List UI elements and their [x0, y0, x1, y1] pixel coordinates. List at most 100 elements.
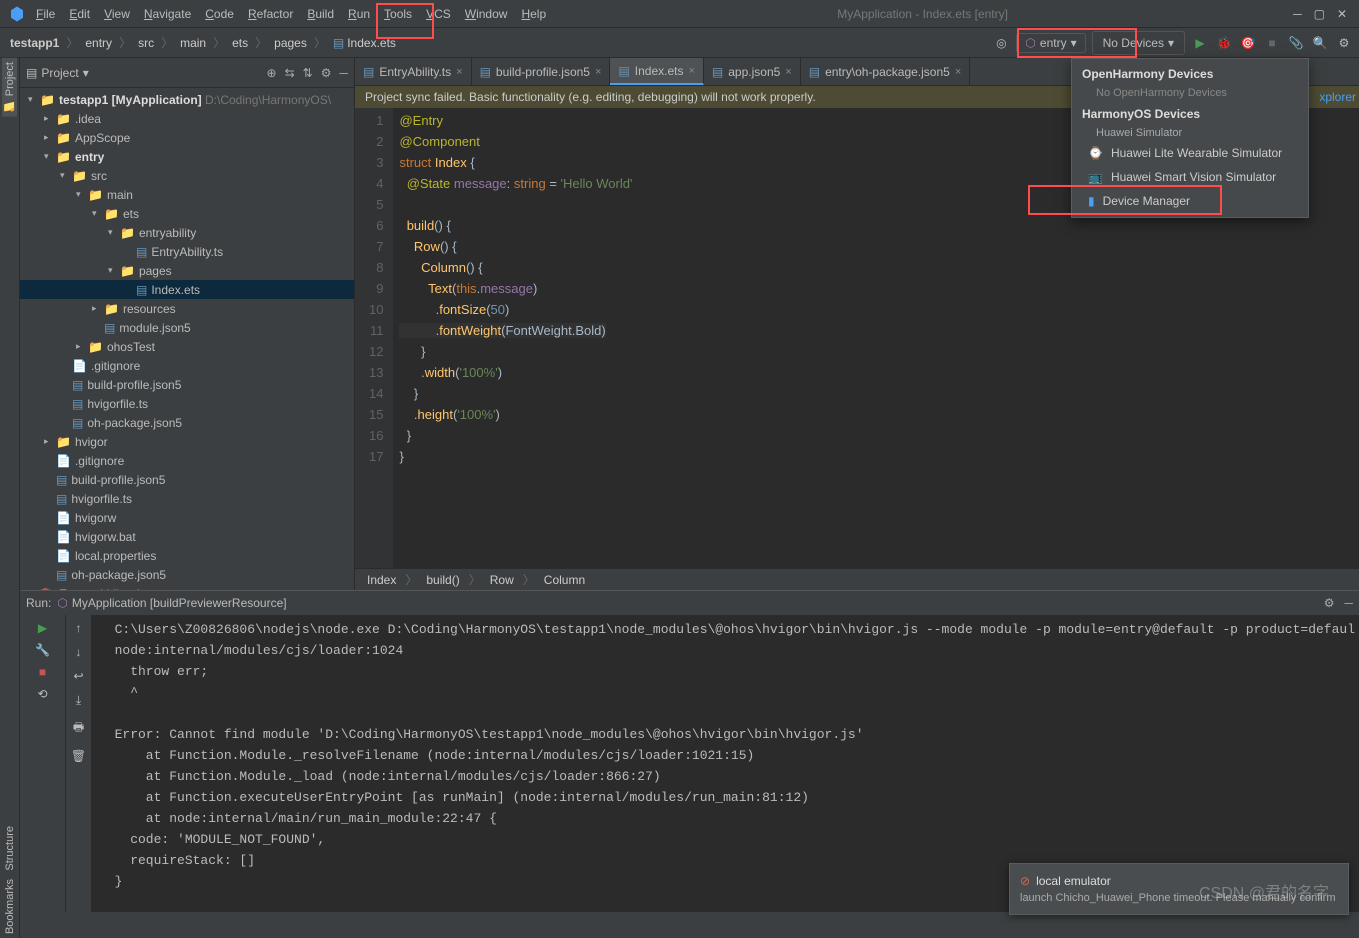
- hide-icon[interactable]: ─: [1344, 596, 1353, 610]
- tree-row[interactable]: ▤ oh-package.json5: [20, 565, 354, 584]
- code-crumb-Row[interactable]: Row: [486, 571, 518, 589]
- code-content[interactable]: @Entry @Component struct Index { @State …: [393, 108, 632, 568]
- explorer-label[interactable]: xplorer: [1319, 90, 1356, 104]
- up-icon[interactable]: ↑: [76, 621, 82, 635]
- sync-icon[interactable]: ◎: [992, 34, 1010, 52]
- bookmarks-tab-button[interactable]: Bookmarks: [3, 875, 17, 938]
- tree-row[interactable]: ▾📁 main: [20, 185, 354, 204]
- error-icon: ⊘: [1020, 874, 1030, 888]
- stop-icon[interactable]: ■: [39, 665, 46, 679]
- run-tab[interactable]: ⬡ MyApplication [buildPreviewerResource]: [57, 596, 286, 610]
- tree-row[interactable]: ▾📁 src: [20, 166, 354, 185]
- tree-row[interactable]: ▸📁 hvigor: [20, 432, 354, 451]
- menu-navigate[interactable]: Navigate: [138, 4, 197, 24]
- toolbar-right: ◎ ⬡ entry ▾ No Devices ▾ ▶ 🐞 🎯 ■ 📎 🔍 ⚙: [992, 31, 1353, 55]
- scroll-end-icon[interactable]: ⤓: [76, 693, 81, 708]
- editor-tab-0[interactable]: ▤EntryAbility.ts×: [355, 58, 472, 85]
- settings-icon[interactable]: ⚙: [321, 66, 332, 80]
- print-icon[interactable]: 🖶: [73, 718, 84, 739]
- tree-row[interactable]: 📄 hvigorw: [20, 508, 354, 527]
- search-icon[interactable]: 🔍: [1311, 34, 1329, 52]
- tree-row[interactable]: ▤ Index.ets: [20, 280, 354, 299]
- profiler-icon[interactable]: 🎯: [1239, 34, 1257, 52]
- stop-icon[interactable]: ■: [1263, 34, 1281, 52]
- tree-row[interactable]: ▤ module.json5: [20, 318, 354, 337]
- project-tab-button[interactable]: 📁 Project: [2, 58, 17, 117]
- code-crumb-build()[interactable]: build(): [422, 571, 463, 589]
- menu-run[interactable]: Run: [342, 4, 376, 24]
- crumb-testapp1[interactable]: testapp1: [6, 34, 63, 52]
- menu-edit[interactable]: Edit: [63, 4, 96, 24]
- menu-file[interactable]: File: [30, 4, 61, 24]
- minimize-icon[interactable]: ─: [1293, 7, 1302, 21]
- code-crumb-Index[interactable]: Index: [363, 571, 400, 589]
- tree-row[interactable]: 📄 .gitignore: [20, 356, 354, 375]
- menu-build[interactable]: Build: [301, 4, 340, 24]
- soft-wrap-icon[interactable]: ↩: [73, 669, 83, 683]
- tree-row[interactable]: ▾📁 pages: [20, 261, 354, 280]
- tree-row[interactable]: ▸📁 resources: [20, 299, 354, 318]
- attach-icon[interactable]: 📎: [1287, 34, 1305, 52]
- maximize-icon[interactable]: ▢: [1314, 7, 1325, 21]
- tree-row[interactable]: ▸📁 .idea: [20, 109, 354, 128]
- editor-tab-1[interactable]: ▤build-profile.json5×: [472, 58, 611, 85]
- hide-icon[interactable]: ─: [339, 66, 348, 80]
- menu-window[interactable]: Window: [459, 4, 514, 24]
- tree-row[interactable]: ▸📚 External Libraries: [20, 584, 354, 590]
- editor-tab-2[interactable]: ▤Index.ets×: [610, 58, 703, 85]
- menu-code[interactable]: Code: [199, 4, 240, 24]
- dm-item-lite-wearable[interactable]: ⌚Huawei Lite Wearable Simulator: [1072, 141, 1308, 165]
- tree-row[interactable]: 📄 .gitignore: [20, 451, 354, 470]
- menu-vcs[interactable]: VCS: [420, 4, 457, 24]
- crumb-Index-ets[interactable]: ▤ Index.ets: [329, 34, 400, 52]
- crumb-main[interactable]: main: [176, 34, 210, 52]
- tree-row[interactable]: ▾📁 testapp1 [MyApplication] D:\Coding\Ha…: [20, 90, 354, 109]
- run-icon[interactable]: ▶: [1191, 34, 1209, 52]
- tree-row[interactable]: 📄 hvigorw.bat: [20, 527, 354, 546]
- tree-row[interactable]: ▸📁 AppScope: [20, 128, 354, 147]
- crumb-src[interactable]: src: [134, 34, 158, 52]
- tree-row[interactable]: ▤ hvigorfile.ts: [20, 489, 354, 508]
- project-tools: ⊕ ⇆ ⇅ ⚙ ─: [267, 66, 348, 80]
- crumb-pages[interactable]: pages: [270, 34, 311, 52]
- wrench-icon[interactable]: 🔧: [35, 643, 50, 657]
- project-title-text: Project: [41, 66, 78, 80]
- crumb-entry[interactable]: entry: [81, 34, 116, 52]
- restart-icon[interactable]: ⟲: [37, 687, 47, 701]
- close-icon[interactable]: ✕: [1337, 7, 1347, 21]
- menu-refactor[interactable]: Refactor: [242, 4, 299, 24]
- tree-row[interactable]: ▾📁 entry: [20, 147, 354, 166]
- tree-row[interactable]: ▤ hvigorfile.ts: [20, 394, 354, 413]
- editor-tab-4[interactable]: ▤entry\oh-package.json5×: [801, 58, 971, 85]
- expand-icon[interactable]: ⇆: [285, 66, 295, 80]
- menu-help[interactable]: Help: [515, 4, 552, 24]
- tree-row[interactable]: ▾📁 ets: [20, 204, 354, 223]
- project-panel-title[interactable]: ▤ Project ▾: [26, 66, 89, 80]
- tree-row[interactable]: ▤ build-profile.json5: [20, 470, 354, 489]
- clear-icon[interactable]: 🗑: [71, 749, 86, 763]
- locate-icon[interactable]: ⊕: [267, 66, 277, 80]
- tree-row[interactable]: ▾📁 entryability: [20, 223, 354, 242]
- tree-row[interactable]: ▤ oh-package.json5: [20, 413, 354, 432]
- run-config-selector[interactable]: ⬡ entry ▾: [1016, 33, 1085, 53]
- down-icon[interactable]: ↓: [76, 645, 82, 659]
- menu-view[interactable]: View: [98, 4, 136, 24]
- tree-row[interactable]: 📄 local.properties: [20, 546, 354, 565]
- structure-tab-button[interactable]: Structure: [3, 822, 17, 875]
- rerun-icon[interactable]: ▶: [38, 621, 47, 635]
- settings-icon[interactable]: ⚙: [1335, 34, 1353, 52]
- code-crumb-Column[interactable]: Column: [540, 571, 589, 589]
- menu-tools[interactable]: Tools: [378, 4, 418, 24]
- tree-row[interactable]: ▸📁 ohosTest: [20, 337, 354, 356]
- dm-item-smart-vision[interactable]: 📺Huawei Smart Vision Simulator: [1072, 165, 1308, 189]
- tree-row[interactable]: ▤ EntryAbility.ts: [20, 242, 354, 261]
- tree-row[interactable]: ▤ build-profile.json5: [20, 375, 354, 394]
- collapse-icon[interactable]: ⇅: [303, 66, 313, 80]
- device-selector[interactable]: No Devices ▾: [1092, 31, 1185, 55]
- debug-icon[interactable]: 🐞: [1215, 34, 1233, 52]
- dm-item-device-manager[interactable]: ▮Device Manager: [1072, 189, 1308, 213]
- editor-tab-3[interactable]: ▤app.json5×: [704, 58, 801, 85]
- gear-icon[interactable]: ⚙: [1324, 596, 1335, 610]
- crumb-ets[interactable]: ets: [228, 34, 252, 52]
- notification-balloon[interactable]: ⊘local emulator launch Chicho_Huawei_Pho…: [1009, 863, 1349, 915]
